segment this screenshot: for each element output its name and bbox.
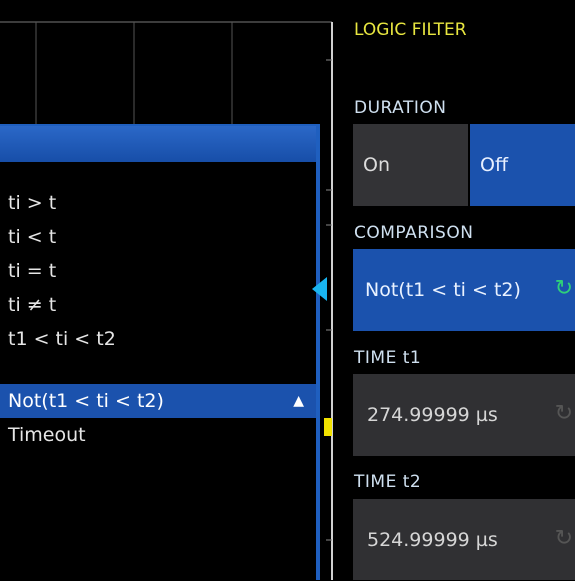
time-t1-value: 274.99999 µs — [367, 404, 498, 426]
list-item[interactable]: Timeout — [8, 418, 86, 452]
pointer-arrow-icon — [312, 277, 327, 301]
panel-title: LOGIC FILTER — [354, 20, 467, 40]
duration-off-button[interactable]: Off — [470, 124, 575, 206]
list-item[interactable]: ti < t — [8, 220, 56, 254]
comparison-label: COMPARISON — [354, 223, 474, 243]
list-item[interactable]: ti = t — [8, 254, 56, 288]
list-item-label: Not(t1 < ti < t2) — [8, 390, 164, 412]
duration-label: DURATION — [354, 98, 447, 118]
comparison-popup: ti > t ti < t ti = t ti ≠ t t1 < ti < t2… — [0, 124, 320, 580]
logic-filter-panel: LOGIC FILTER DURATION On Off COMPARISON … — [336, 0, 575, 580]
list-item[interactable]: ti ≠ t — [8, 288, 56, 322]
duration-on-button[interactable]: On — [353, 124, 468, 206]
time-t2-label: TIME t2 — [354, 472, 422, 492]
rotate-arrow-icon: ↻ — [554, 526, 573, 551]
time-t2-field[interactable]: 524.99999 µs ↻ — [353, 499, 575, 580]
list-item[interactable]: ti > t — [8, 186, 56, 220]
comparison-select[interactable]: Not(t1 < ti < t2) ↻ — [353, 249, 575, 331]
time-t1-label: TIME t1 — [354, 348, 422, 368]
popup-header — [0, 126, 316, 162]
rotate-arrow-icon: ↻ — [554, 276, 573, 301]
list-item-selected[interactable]: Not(t1 < ti < t2) ▲ — [0, 384, 316, 418]
time-t2-value: 524.99999 µs — [367, 529, 498, 551]
rotate-arrow-icon: ↻ — [554, 401, 573, 426]
time-t1-field[interactable]: 274.99999 µs ↻ — [353, 374, 575, 456]
trigger-marker — [324, 418, 332, 436]
list-item[interactable]: t1 < ti < t2 — [8, 322, 116, 356]
up-down-arrows-icon: ▲ — [293, 393, 304, 409]
comparison-value: Not(t1 < ti < t2) — [365, 279, 521, 301]
